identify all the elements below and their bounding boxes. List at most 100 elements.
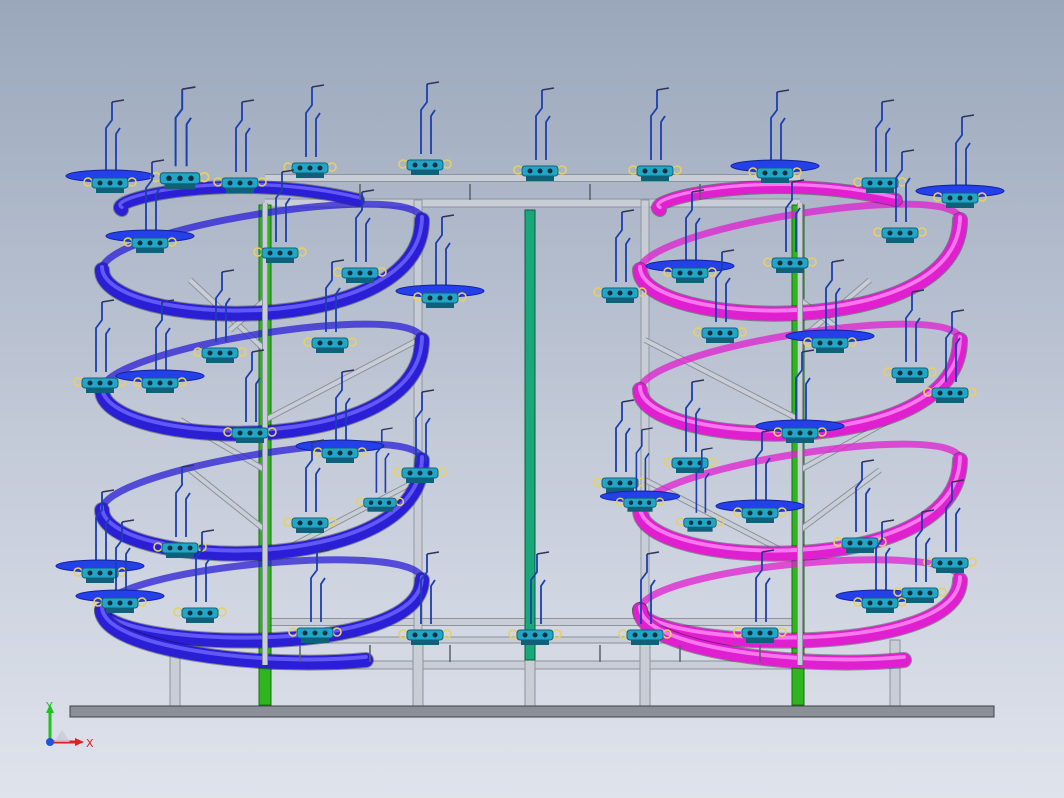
carrier-wheel-2 [662, 168, 668, 174]
carrier-hanger [235, 102, 251, 172]
carrier-base [846, 548, 874, 553]
carrier-wheel-0 [302, 630, 308, 636]
carrier-base [526, 176, 554, 181]
carrier-base [641, 176, 669, 181]
carrier-hanger-tip [311, 84, 325, 88]
carrier-hook-left [333, 267, 343, 277]
carrier-hanger-tip [776, 89, 790, 93]
carrier-wheel-0 [688, 520, 694, 525]
carrier-wheel-1 [97, 570, 103, 576]
carrier-hook-right [437, 467, 447, 477]
carrier-wheel-0 [677, 460, 683, 466]
carrier-hook-right [967, 387, 977, 397]
carrier-wheel-1 [957, 195, 963, 201]
carrier-wheel-0 [632, 632, 638, 638]
carrier-hook-left [593, 287, 603, 297]
carrier-wheel-1 [917, 590, 923, 596]
carrier-wheel-1 [337, 450, 343, 456]
carrier-wheel-1 [532, 632, 538, 638]
carrier-wheel-1 [717, 330, 723, 336]
carrier-wheel-1 [827, 340, 833, 346]
carrier-wheel-1 [97, 380, 103, 386]
carrier-hanger [875, 102, 891, 172]
carrier-hook-left [73, 377, 83, 387]
carrier-wheel-1 [422, 162, 428, 168]
carrier-hanger [420, 84, 436, 154]
spiral-conveyor-model[interactable] [0, 0, 1064, 798]
carrier-wheel-1 [437, 295, 443, 301]
cad-viewport[interactable]: Y X [0, 0, 1064, 798]
carrier-wheel-2 [957, 390, 963, 396]
carrier-hanger-tip [881, 519, 895, 523]
carrier-wheel-0 [87, 380, 93, 386]
support-leg-4 [889, 639, 901, 709]
carrier-wheel-1 [757, 510, 763, 516]
carrier-wheel-2 [117, 180, 123, 186]
carrier-hook-left [283, 517, 293, 527]
carrier-hanger-tip [901, 149, 915, 153]
carrier-left-2 [213, 99, 267, 193]
carrier-wheel-2 [207, 610, 213, 616]
carrier-hanger-tip [221, 269, 235, 273]
carrier-wheel-2 [627, 480, 633, 486]
carrier-wheel-2 [337, 340, 343, 346]
carrier-hanger [245, 352, 261, 422]
carrier-wheel-0 [407, 470, 413, 476]
carrier-base [86, 388, 114, 393]
carrier-wheel-0 [867, 180, 873, 186]
carrier-wheel-2 [837, 340, 843, 346]
carrier-hanger [535, 90, 551, 160]
carrier-hanger-tip [536, 551, 550, 555]
carrier-wheel-0 [87, 570, 93, 576]
carrier-hanger [955, 117, 971, 187]
carrier-hook-right [917, 227, 927, 237]
carrier-wheel-0 [607, 480, 613, 486]
carrier-wheel-1 [537, 168, 543, 174]
carrier-hanger [105, 102, 121, 172]
carrier-hanger [855, 462, 871, 532]
carrier-base [786, 438, 814, 443]
carrier-wheel-1 [907, 370, 913, 376]
carrier-wheel-0 [847, 540, 853, 546]
carrier-wheel-2 [697, 270, 703, 276]
carrier-wheel-0 [327, 450, 333, 456]
carrier-base [631, 640, 659, 645]
carrier-hanger-tip [426, 551, 440, 555]
carrier-hook-right [897, 177, 907, 187]
carrier-wheel-2 [167, 380, 173, 386]
carrier-base [627, 507, 653, 512]
carrier-hanger-tip [381, 427, 393, 431]
carrier-hook-left [173, 607, 183, 617]
carrier-base [946, 203, 974, 208]
carrier-wheel-0 [412, 632, 418, 638]
carrier-hanger-tip [101, 299, 115, 303]
center-teal-post [524, 209, 536, 661]
triad-plane-icon [54, 730, 70, 742]
carrier-wheel-0 [297, 165, 303, 171]
carrier-top-3 [628, 87, 682, 181]
carrier-wheel-0 [867, 600, 873, 606]
carrier-base [136, 248, 164, 253]
brace-8 [798, 468, 882, 532]
carrier-hook-left [693, 327, 703, 337]
carrier-wheel-2 [227, 350, 233, 356]
carrier-base [906, 598, 934, 603]
coordinate-triad: Y X [45, 700, 94, 750]
carrier-wheel-0 [628, 500, 634, 505]
carrier-wheel-2 [386, 500, 392, 505]
carrier-wheel-1 [422, 632, 428, 638]
carrier-top-1 [398, 81, 452, 175]
carrier-base [96, 188, 124, 193]
carrier-wheel-0 [762, 170, 768, 176]
carrier-wheel-1 [897, 230, 903, 236]
carrier-wheel-1 [147, 240, 153, 246]
carrier-wheel-1 [787, 260, 793, 266]
carrier-wheel-0 [297, 520, 303, 526]
carrier-right-1 [915, 114, 1005, 208]
carrier-hook-left [303, 337, 313, 347]
carrier-wheel-1 [307, 520, 313, 526]
carrier-wheel-1 [107, 180, 113, 186]
carrier-hanger-tip [101, 489, 115, 493]
carrier-wheel-1 [652, 168, 658, 174]
carrier-hanger-tip [201, 529, 215, 533]
